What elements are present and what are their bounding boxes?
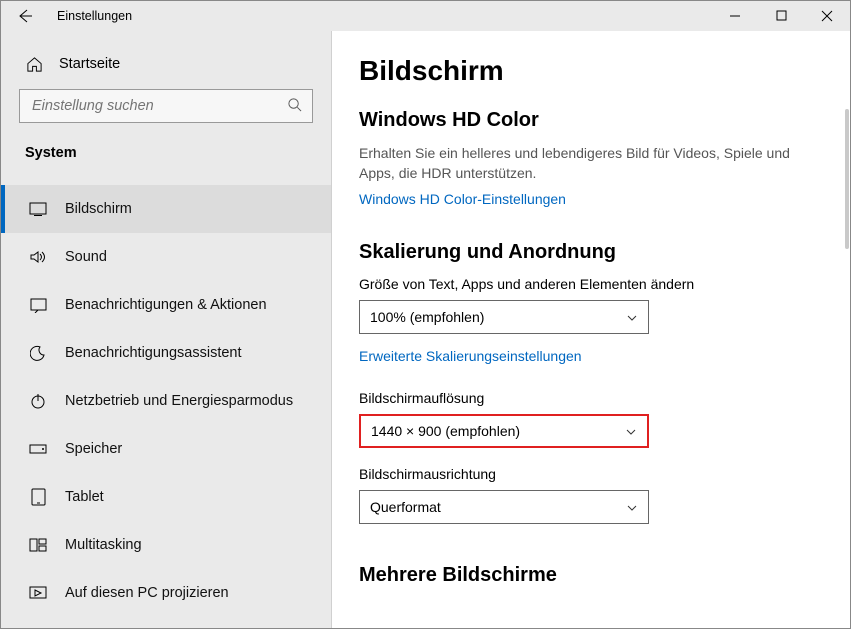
orientation-label: Bildschirmausrichtung	[359, 466, 822, 482]
sidebar-item-tablet[interactable]: Tablet	[1, 473, 331, 521]
hdcolor-body: Erhalten Sie ein helleres und lebendiger…	[359, 144, 819, 183]
sidebar-item-label: Auf diesen PC projizieren	[65, 585, 229, 601]
resolution-label: Bildschirmauflösung	[359, 390, 822, 406]
moon-icon	[29, 344, 47, 362]
sidebar-item-label: Speicher	[65, 441, 122, 457]
section-multi: Mehrere Bildschirme	[359, 564, 822, 587]
sidebar: Startseite System Bildschirm Sound Benac…	[1, 31, 331, 628]
sound-icon	[29, 248, 47, 266]
sidebar-item-label: Benachrichtigungen & Aktionen	[65, 297, 267, 313]
home-icon	[25, 55, 43, 73]
chevron-down-icon	[626, 311, 638, 323]
power-icon	[29, 392, 47, 410]
scale-size-label: Größe von Text, Apps und anderen Element…	[359, 276, 822, 292]
chevron-down-icon	[625, 425, 637, 437]
search-input-field[interactable]	[30, 97, 287, 115]
advanced-scaling-link[interactable]: Erweiterte Skalierungseinstellungen	[359, 348, 582, 364]
maximize-button[interactable]	[758, 1, 804, 31]
sidebar-item-power[interactable]: Netzbetrieb und Energiesparmodus	[1, 377, 331, 425]
chevron-down-icon	[626, 501, 638, 513]
scale-size-value: 100% (empfohlen)	[370, 309, 484, 325]
title-bar: Einstellungen	[1, 1, 850, 31]
search-icon	[287, 97, 302, 115]
resolution-dropdown[interactable]: 1440 × 900 (empfohlen)	[359, 414, 649, 448]
tablet-icon	[29, 488, 47, 506]
sidebar-item-label: Multitasking	[65, 537, 142, 553]
sidebar-home-label: Startseite	[59, 56, 120, 72]
content-pane: Bildschirm Windows HD Color Erhalten Sie…	[331, 31, 850, 628]
page-title: Bildschirm	[359, 55, 822, 87]
orientation-dropdown[interactable]: Querformat	[359, 490, 649, 524]
sidebar-item-sound[interactable]: Sound	[1, 233, 331, 281]
section-scaling: Skalierung und Anordnung	[359, 241, 822, 264]
sidebar-item-storage[interactable]: Speicher	[1, 425, 331, 473]
hdcolor-link[interactable]: Windows HD Color-Einstellungen	[359, 191, 566, 207]
sidebar-item-multitasking[interactable]: Multitasking	[1, 521, 331, 569]
sidebar-item-focus-assist[interactable]: Benachrichtigungsassistent	[1, 329, 331, 377]
resolution-value: 1440 × 900 (empfohlen)	[371, 423, 520, 439]
scrollbar-thumb[interactable]	[845, 109, 849, 249]
window-title: Einstellungen	[57, 9, 132, 23]
sidebar-item-label: Benachrichtigungsassistent	[65, 345, 242, 361]
scale-size-dropdown[interactable]: 100% (empfohlen)	[359, 300, 649, 334]
multitasking-icon	[29, 536, 47, 554]
sidebar-item-label: Netzbetrieb und Energiesparmodus	[65, 393, 293, 409]
section-hdcolor: Windows HD Color	[359, 109, 822, 132]
minimize-button[interactable]	[712, 1, 758, 31]
sidebar-item-label: Tablet	[65, 489, 104, 505]
sidebar-item-notifications[interactable]: Benachrichtigungen & Aktionen	[1, 281, 331, 329]
back-button[interactable]	[9, 1, 41, 31]
notifications-icon	[29, 296, 47, 314]
sidebar-item-display[interactable]: Bildschirm	[1, 185, 331, 233]
sidebar-item-label: Bildschirm	[65, 201, 132, 217]
search-input[interactable]	[19, 89, 313, 123]
sidebar-item-project[interactable]: Auf diesen PC projizieren	[1, 569, 331, 617]
sidebar-item-label: Sound	[65, 249, 107, 265]
orientation-value: Querformat	[370, 499, 441, 515]
project-icon	[29, 584, 47, 602]
sidebar-category: System	[1, 145, 331, 167]
close-button[interactable]	[804, 1, 850, 31]
storage-icon	[29, 440, 47, 458]
sidebar-home[interactable]: Startseite	[1, 49, 331, 89]
display-icon	[29, 200, 47, 218]
